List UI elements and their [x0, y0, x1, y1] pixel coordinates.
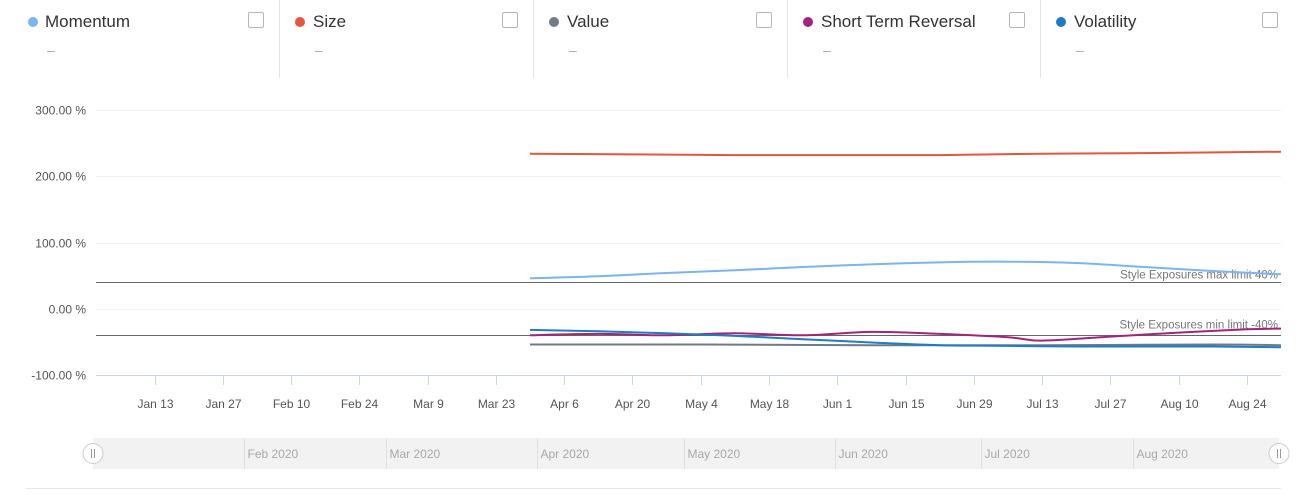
x-tick-label: Apr 20: [615, 397, 651, 411]
x-tick-label: Jun 15: [888, 397, 924, 411]
x-tick-label: Mar 9: [413, 397, 444, 411]
style-exposures-chart: 300.00 %200.00 %100.00 %0.00 %-100.00 % …: [26, 104, 1290, 489]
y-tick-label: 100.00 %: [35, 237, 86, 251]
y-tick-label: 200.00 %: [35, 170, 86, 184]
navigator-label: May 2020: [688, 447, 741, 461]
navigator[interactable]: Feb 2020 Mar 2020 Apr 2020 May 2020 Jun 2020…: [26, 438, 1290, 489]
x-tick-label: Jan 13: [137, 397, 173, 411]
x-tick-label: Jul 27: [1094, 397, 1126, 411]
y-tick-label: -100.00 %: [31, 369, 86, 383]
x-axis: Jan 13 Jan 27 Feb 10 Feb 24 Mar 9 Mar 23 Apr 6…: [96, 375, 1281, 411]
x-tick-label: Aug 10: [1160, 397, 1198, 411]
x-tick-label: May 4: [685, 397, 718, 411]
x-tick-label: Apr 6: [550, 397, 579, 411]
limit-line-label: Style Exposures max limit 40%: [1120, 270, 1278, 282]
y-tick-label: 0.00 %: [49, 303, 87, 317]
y-axis: 300.00 % 200.00 % 100.00 % 0.00 % -100.00 %: [31, 104, 86, 383]
navigator-label: Aug 2020: [1137, 447, 1189, 461]
x-tick-label: Feb 24: [341, 397, 379, 411]
x-tick-label: Feb 10: [273, 397, 311, 411]
navigator-label: Jun 2020: [839, 447, 889, 461]
x-tick-label: Jul 13: [1026, 397, 1058, 411]
navigator-label: Apr 2020: [541, 447, 590, 461]
grid-lines: [96, 110, 1281, 310]
navigator-label: Feb 2020: [248, 447, 299, 461]
series-line-size: [529, 150, 1282, 157]
x-tick-label: Jun 1: [823, 397, 853, 411]
series-lines: [529, 150, 1282, 349]
x-tick-label: Mar 23: [478, 397, 516, 411]
navigator-label: Mar 2020: [390, 447, 441, 461]
navigator-right-handle[interactable]: [1268, 443, 1290, 464]
navigator-label: Jul 2020: [985, 447, 1031, 461]
x-tick-label: Jan 27: [205, 397, 241, 411]
x-tick-label: May 18: [750, 397, 790, 411]
navigator-left-handle[interactable]: [82, 443, 104, 464]
limit-lines: Style Exposures max limit 40%Style Expos…: [96, 270, 1281, 336]
x-tick-label: Jun 29: [956, 397, 992, 411]
x-tick-label: Aug 24: [1228, 397, 1266, 411]
y-tick-label: 300.00 %: [35, 104, 86, 118]
